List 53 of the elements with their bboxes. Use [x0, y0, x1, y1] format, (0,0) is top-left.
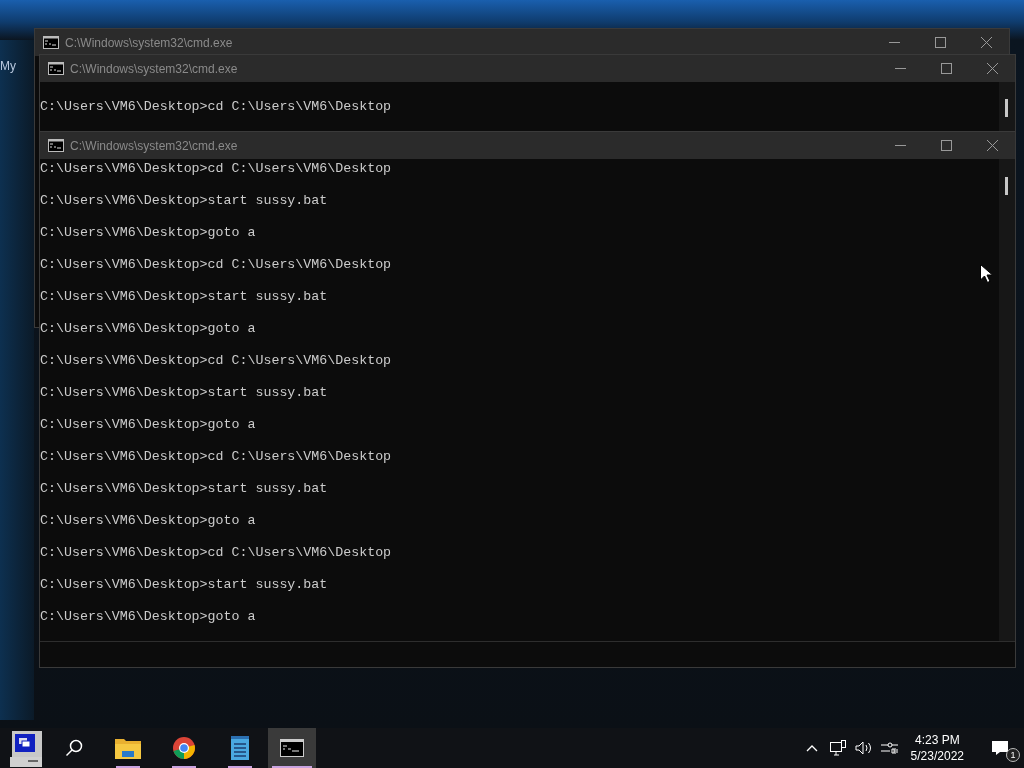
console-line: C:\Users\VM6\Desktop>cd C:\Users\VM6\Desktop	[40, 99, 392, 114]
maximize-icon	[934, 37, 946, 48]
console-line: C:\Users\VM6\Desktop>start sussy.bat	[40, 577, 328, 592]
console-line: C:\Users\VM6\Desktop>goto a	[40, 417, 256, 432]
window-title: C:\Windows\system32\cmd.exe	[70, 137, 238, 155]
chevron-up-icon	[805, 744, 818, 752]
maximize-icon	[940, 140, 952, 151]
scrollbar[interactable]	[999, 82, 1015, 131]
console-line: C:\Users\VM6\Desktop>goto a	[40, 609, 256, 624]
close-icon	[980, 37, 992, 48]
console-line: C:\Users\VM6\Desktop>goto a	[40, 321, 256, 336]
minimize-icon	[894, 145, 906, 146]
console-line: C:\Users\VM6\Desktop>goto a	[40, 513, 256, 528]
console-icon	[43, 36, 59, 49]
minimize-icon	[894, 68, 906, 69]
chrome-icon	[172, 736, 196, 760]
scroll-thumb[interactable]	[1005, 99, 1008, 117]
console-line: C:\Users\VM6\Desktop>cd C:\Users\VM6\Desktop	[40, 353, 392, 368]
console-icon	[280, 739, 304, 757]
console-line: C:\Users\VM6\Desktop>start sussy.bat	[40, 481, 328, 496]
scroll-thumb[interactable]	[1005, 177, 1008, 195]
scrollbar[interactable]	[999, 159, 1015, 641]
console-line: C:\Users\VM6\Desktop>cd C:\Users\VM6\Desktop	[40, 449, 392, 464]
network-icon	[828, 740, 847, 756]
console-line: C:\Users\VM6\Desktop>start sussy.bat	[40, 289, 328, 304]
notifications-button[interactable]: 1	[976, 728, 1024, 768]
close-icon	[986, 140, 998, 151]
console-line: C:\Users\VM6\Desktop>start sussy.bat	[40, 385, 328, 400]
notification-count: 1	[1006, 748, 1020, 762]
computer-icon	[8, 729, 42, 767]
icon-label: My	[0, 58, 16, 75]
search-icon	[65, 739, 83, 757]
cursor-icon	[980, 264, 992, 283]
console-line: C:\Users\VM6\Desktop>cd C:\Users\VM6\Desktop	[40, 257, 392, 272]
console-icon	[48, 139, 64, 152]
maximize-icon	[940, 63, 952, 74]
notepad-icon	[230, 736, 250, 760]
clock-time: 4:23 PM	[913, 732, 961, 748]
folder-icon	[115, 737, 141, 759]
clock-date: 5/23/2022	[910, 748, 964, 764]
console-line: C:\Users\VM6\Desktop>cd C:\Users\VM6\Desktop	[40, 161, 392, 176]
speaker-icon	[854, 741, 873, 755]
sliders-icon	[880, 741, 899, 755]
taskbar-app-button[interactable]	[268, 728, 316, 768]
console-icon	[48, 62, 64, 75]
console-line: C:\Users\VM6\Desktop>start sussy.bat	[40, 193, 328, 208]
message-icon	[991, 740, 1009, 756]
console-line: C:\Users\VM6\Desktop>cd C:\Users\VM6\Desktop	[40, 545, 392, 560]
console-line: C:\Users\VM6\Desktop>goto a	[40, 225, 256, 240]
minimize-icon	[888, 42, 900, 43]
close-icon	[986, 63, 998, 74]
window-title: C:\Windows\system32\cmd.exe	[65, 34, 233, 52]
window-title: C:\Windows\system32\cmd.exe	[70, 60, 238, 78]
